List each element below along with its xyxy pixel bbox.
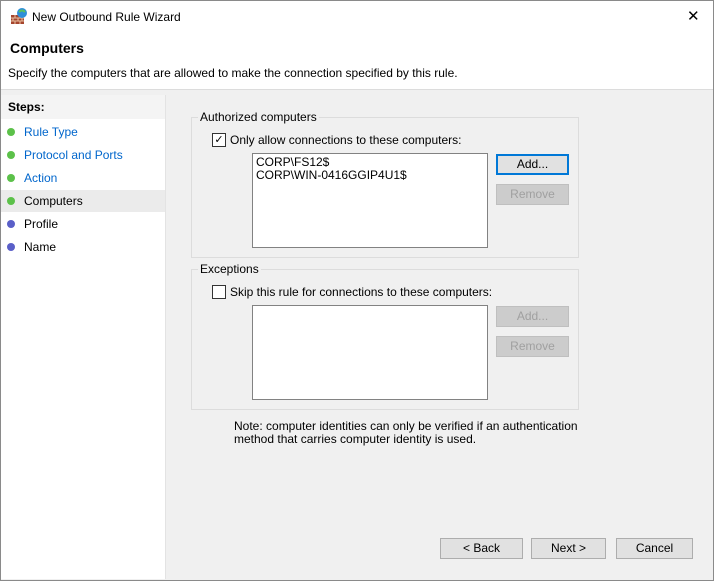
step-name: Name	[1, 236, 165, 258]
step-profile: Profile	[1, 213, 165, 235]
wizard-window: New Outbound Rule Wizard ✕ Computers Spe…	[0, 0, 714, 581]
skip-rule-checkbox[interactable]	[212, 285, 226, 299]
authorized-computers-list[interactable]: CORP\FS12$ CORP\WIN-0416GGIP4U1$	[252, 153, 488, 248]
step-status-icon	[7, 220, 15, 228]
step-status-icon	[7, 243, 15, 251]
step-status-icon	[7, 128, 15, 136]
page-subtitle: Specify the computers that are allowed t…	[8, 66, 458, 80]
step-label: Name	[24, 240, 57, 254]
step-status-icon	[7, 151, 15, 159]
step-label: Rule Type	[24, 125, 78, 139]
steps-heading: Steps:	[1, 95, 165, 119]
step-status-icon	[7, 197, 15, 205]
note-line: method that carries computer identity is…	[234, 432, 477, 446]
title-bar: New Outbound Rule Wizard ✕	[1, 1, 713, 33]
window-title: New Outbound Rule Wizard	[32, 10, 181, 24]
steps-panel: Steps: Rule Type Protocol and Ports Acti…	[1, 95, 166, 579]
group-legend: Exceptions	[198, 262, 261, 276]
authorized-computers-group: Authorized computers ✓ Only allow connec…	[191, 110, 579, 258]
step-action[interactable]: Action	[1, 167, 165, 189]
only-allow-checkbox[interactable]: ✓	[212, 133, 226, 147]
add-exception-button[interactable]: Add...	[496, 306, 569, 327]
next-button[interactable]: Next >	[531, 538, 606, 559]
step-label: Profile	[24, 217, 59, 231]
exceptions-list[interactable]	[252, 305, 488, 400]
note-text: Note: computer identities can only be ve…	[234, 420, 578, 446]
list-item[interactable]: CORP\WIN-0416GGIP4U1$	[256, 169, 484, 182]
step-label: Computers	[24, 194, 83, 208]
back-button[interactable]: < Back	[440, 538, 523, 559]
step-protocol-ports[interactable]: Protocol and Ports	[1, 144, 165, 166]
add-authorized-button[interactable]: Add...	[496, 154, 569, 175]
step-label: Protocol and Ports	[24, 148, 123, 162]
exceptions-group: Exceptions Skip this rule for connection…	[191, 262, 579, 410]
wizard-header: Computers Specify the computers that are…	[1, 33, 713, 90]
close-icon[interactable]: ✕	[687, 7, 700, 25]
firewall-icon	[11, 8, 27, 24]
skip-rule-label[interactable]: Skip this rule for connections to these …	[230, 285, 492, 299]
step-status-icon	[7, 174, 15, 182]
remove-exception-button[interactable]: Remove	[496, 336, 569, 357]
cancel-button[interactable]: Cancel	[616, 538, 693, 559]
remove-authorized-button[interactable]: Remove	[496, 184, 569, 205]
step-rule-type[interactable]: Rule Type	[1, 121, 165, 143]
step-label: Action	[24, 171, 58, 185]
page-title: Computers	[10, 40, 84, 56]
step-computers: Computers	[1, 190, 165, 212]
only-allow-label[interactable]: Only allow connections to these computer…	[230, 133, 461, 147]
group-legend: Authorized computers	[198, 110, 319, 124]
